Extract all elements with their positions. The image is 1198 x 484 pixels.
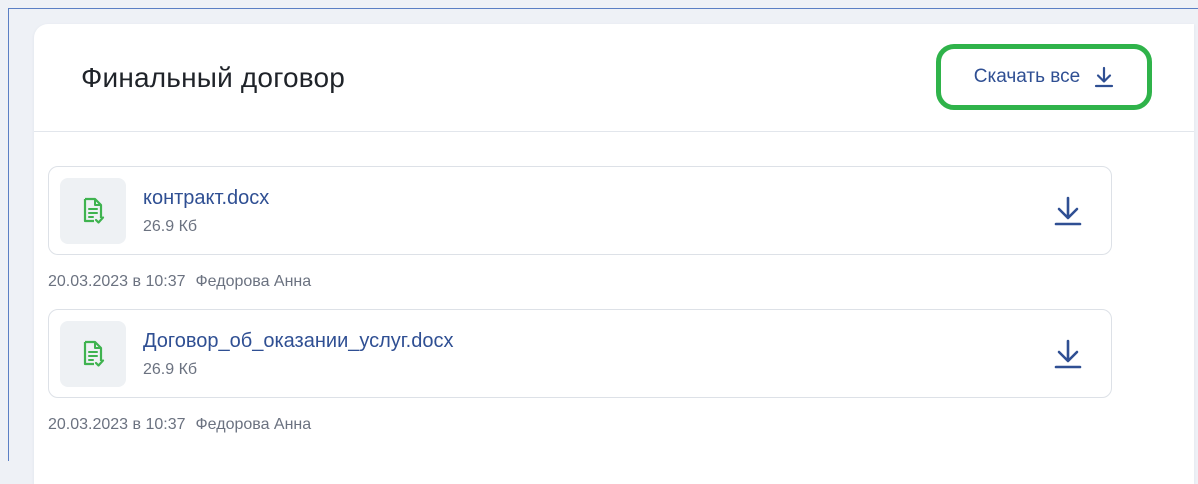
file-download-button[interactable] [1053, 195, 1083, 227]
download-all-button[interactable]: Скачать все [936, 44, 1152, 110]
card-header: Финальный договор Скачать все [34, 24, 1194, 132]
file-size: 26.9 Кб [143, 361, 198, 378]
card-title: Финальный договор [81, 62, 346, 93]
file-card[interactable]: контракт.docx 26.9 Кб [48, 166, 1112, 255]
file-date: 20.03.2023 в 10:37 [48, 416, 186, 433]
download-icon [1053, 338, 1083, 370]
document-check-icon [81, 197, 105, 225]
download-all-label: Скачать все [973, 66, 1081, 87]
file-meta: 20.03.2023 в 10:37 Федорова Анна [48, 255, 1112, 309]
file-icon-box [60, 178, 126, 244]
file-author: Федорова Анна [195, 273, 312, 290]
download-icon [1094, 66, 1114, 88]
download-icon [1053, 195, 1083, 227]
file-icon-box [60, 321, 126, 387]
file-list: контракт.docx 26.9 Кб 20.03.2023 в 10:37… [48, 166, 1112, 452]
file-download-button[interactable] [1053, 338, 1083, 370]
file-name[interactable]: Договор_об_оказании_услуг.docx [143, 330, 453, 353]
document-check-icon [81, 340, 105, 368]
file-date: 20.03.2023 в 10:37 [48, 273, 186, 290]
file-size: 26.9 Кб [143, 218, 198, 235]
file-card[interactable]: Договор_об_оказании_услуг.docx 26.9 Кб [48, 309, 1112, 398]
file-name[interactable]: контракт.docx [143, 187, 269, 210]
file-author: Федорова Анна [195, 416, 312, 433]
file-meta: 20.03.2023 в 10:37 Федорова Анна [48, 398, 1112, 452]
